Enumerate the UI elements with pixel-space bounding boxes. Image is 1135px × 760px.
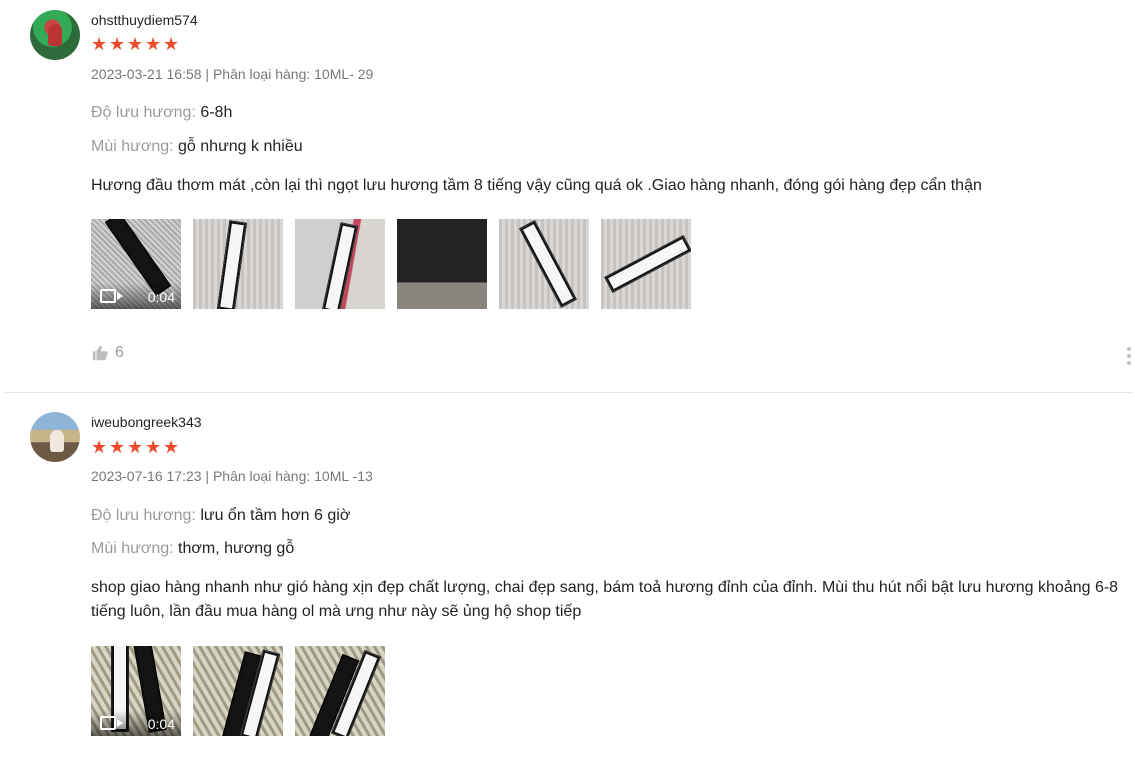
attr-label: Độ lưu hương:: [91, 104, 196, 121]
attr-value: lưu ổn tầm hơn 6 giờ: [200, 507, 351, 524]
review-date-variant: 2023-03-21 16:58 | Phân loại hàng: 10ML-…: [91, 66, 374, 82]
review-username[interactable]: iweubongreek343: [91, 414, 202, 430]
attr-value: gỗ nhưng k nhiều: [178, 138, 303, 155]
star-icon: ★: [163, 437, 180, 457]
star-icon: ★: [91, 437, 108, 457]
review-image-thumbnail[interactable]: [499, 219, 589, 309]
review-video-thumbnail[interactable]: 0:04: [91, 646, 181, 736]
star-icon: ★: [127, 437, 144, 457]
review-image-thumbnail[interactable]: [193, 646, 283, 736]
video-duration: 0:04: [147, 289, 175, 305]
thumbs-up-icon: [92, 345, 108, 361]
review-image-thumbnail[interactable]: [601, 219, 691, 309]
avatar[interactable]: [30, 412, 80, 462]
avatar[interactable]: [30, 10, 80, 60]
review-item: iweubongreek343 ★ ★ ★ ★ ★ 2023-07-16 17:…: [0, 393, 1135, 760]
like-button[interactable]: 6: [91, 344, 124, 362]
star-icon: ★: [109, 34, 126, 54]
review-video-thumbnail[interactable]: 0:04: [91, 219, 181, 309]
video-duration: 0:04: [147, 716, 175, 732]
rating-stars: ★ ★ ★ ★ ★: [91, 34, 180, 54]
review-media-list: 0:04: [91, 219, 691, 309]
star-icon: ★: [145, 437, 162, 457]
review-image-thumbnail[interactable]: [193, 219, 283, 309]
rating-stars: ★ ★ ★ ★ ★: [91, 437, 180, 457]
star-icon: ★: [109, 437, 126, 457]
review-image-thumbnail[interactable]: [295, 219, 385, 309]
review-image-thumbnail[interactable]: [295, 646, 385, 736]
attr-label: Độ lưu hương:: [91, 507, 196, 524]
attr-longevity: Độ lưu hương: 6-8h: [91, 104, 232, 122]
star-icon: ★: [91, 34, 108, 54]
attr-scent: Mùi hương: thơm, hương gỗ: [91, 540, 294, 558]
review-media-list: 0:04: [91, 646, 385, 736]
attr-label: Mùi hương:: [91, 138, 174, 155]
attr-label: Mùi hương:: [91, 540, 174, 557]
review-date-variant: 2023-07-16 17:23 | Phân loại hàng: 10ML …: [91, 468, 373, 484]
review-username[interactable]: ohstthuydiem574: [91, 12, 198, 28]
attr-value: thơm, hương gỗ: [178, 540, 295, 557]
star-icon: ★: [145, 34, 162, 54]
attr-scent: Mùi hương: gỗ nhưng k nhiều: [91, 138, 303, 156]
star-icon: ★: [127, 34, 144, 54]
video-camera-icon: [100, 716, 123, 730]
review-item: ohstthuydiem574 ★ ★ ★ ★ ★ 2023-03-21 16:…: [5, 0, 1133, 393]
video-camera-icon: [100, 289, 123, 303]
review-content: shop giao hàng nhanh như gió hàng xịn đẹ…: [91, 579, 1119, 620]
like-count: 6: [115, 344, 124, 361]
review-image-thumbnail[interactable]: [397, 219, 487, 309]
review-content: Hương đầu thơm mát ,còn lại thì ngọt lưu…: [91, 177, 982, 194]
attr-longevity: Độ lưu hương: lưu ổn tầm hơn 6 giờ: [91, 507, 350, 525]
attr-value: 6-8h: [200, 104, 233, 121]
star-icon: ★: [163, 34, 180, 54]
more-vertical-icon[interactable]: [1127, 347, 1131, 365]
